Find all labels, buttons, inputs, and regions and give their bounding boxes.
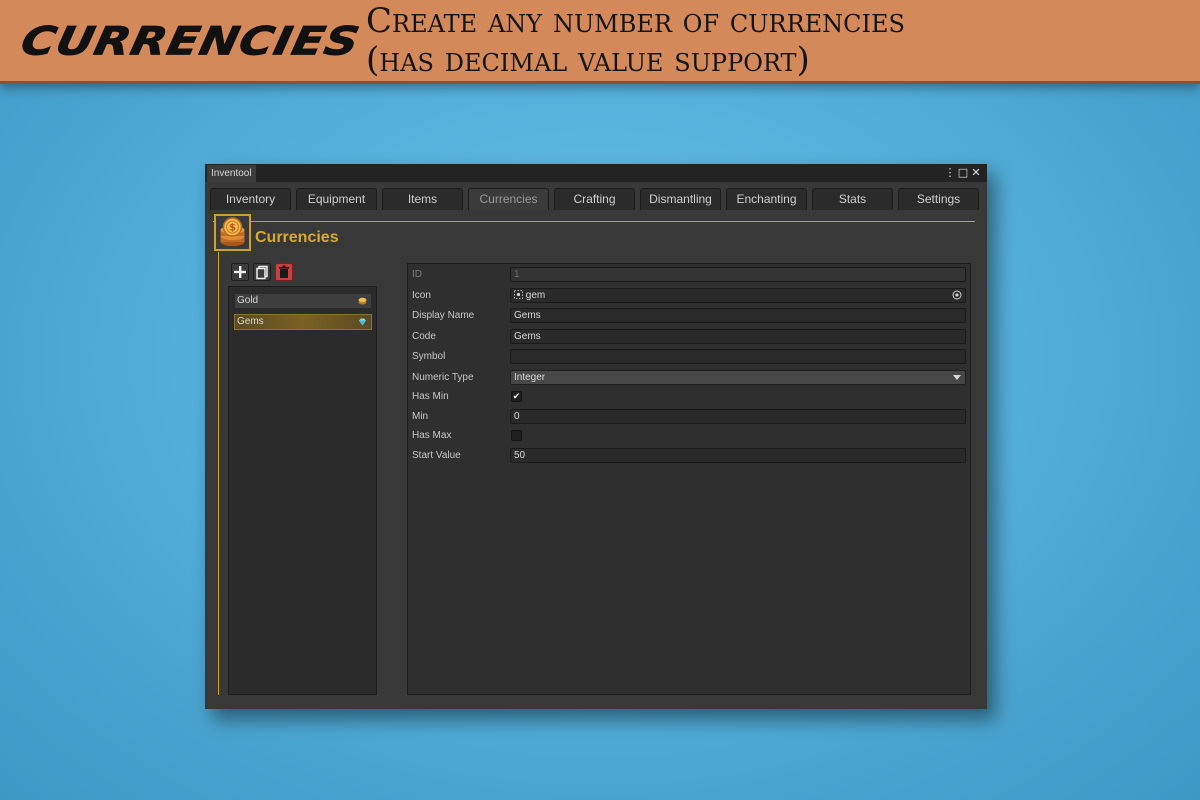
- coin-stack-icon: $: [214, 214, 251, 251]
- numeric-type-value: Integer: [514, 372, 546, 383]
- window-close-icon[interactable]: ✕: [970, 164, 982, 182]
- banner-tagline: Create any number of currencies (has dec…: [366, 2, 1186, 80]
- tab-crafting[interactable]: Crafting: [554, 188, 635, 210]
- min-field[interactable]: 0: [510, 409, 966, 424]
- window-menu-icon[interactable]: ⋮: [944, 164, 956, 182]
- id-field: 1: [510, 267, 966, 282]
- section-accent-line: [218, 252, 219, 695]
- banner-logo: CURRENCIES: [17, 18, 365, 65]
- has-max-checkbox[interactable]: [511, 430, 522, 441]
- window-title-tab[interactable]: Inventool: [207, 165, 256, 182]
- tab-dismantling[interactable]: Dismantling: [640, 188, 721, 210]
- tab-settings[interactable]: Settings: [898, 188, 979, 210]
- plus-icon: [234, 266, 246, 278]
- object-icon: [514, 290, 523, 299]
- icon-field-value: gem: [525, 290, 546, 301]
- min-label: Min: [412, 411, 429, 422]
- duplicate-currency-button[interactable]: [253, 263, 271, 281]
- icon-label: Icon: [412, 290, 431, 301]
- has-min-checkbox[interactable]: ✔: [511, 391, 522, 402]
- numeric-type-label: Numeric Type: [412, 372, 474, 383]
- code-field[interactable]: Gems: [510, 329, 966, 344]
- tab-items[interactable]: Items: [382, 188, 463, 210]
- display-name-field[interactable]: Gems: [510, 308, 966, 323]
- display-name-label: Display Name: [412, 310, 475, 321]
- list-item[interactable]: Gems: [234, 314, 372, 330]
- symbol-field[interactable]: [510, 349, 966, 364]
- has-max-label: Has Max: [412, 430, 452, 441]
- top-banner: CURRENCIES Create any number of currenci…: [0, 0, 1200, 84]
- tab-enchanting[interactable]: Enchanting: [726, 188, 807, 210]
- start-value-field[interactable]: 50: [510, 448, 966, 463]
- icon-field[interactable]: gem: [510, 288, 966, 303]
- currency-details: ID 1 Icon gem Display Name Gems Code Gem…: [407, 263, 971, 695]
- tab-bar: Inventory Equipment Items Currencies Cra…: [210, 188, 982, 210]
- list-item[interactable]: Gold: [234, 293, 372, 309]
- banner-tagline-line1: Create any number of currencies: [366, 1, 905, 41]
- numeric-type-select[interactable]: Integer: [510, 370, 966, 385]
- section-title: Currencies: [255, 229, 339, 246]
- object-picker-icon[interactable]: [952, 290, 962, 300]
- duplicate-icon: [256, 265, 268, 280]
- chevron-down-icon: [953, 375, 961, 380]
- currency-list: Gold Gems: [228, 286, 377, 695]
- gem-icon: [359, 318, 366, 326]
- banner-tagline-line2: (has decimal value support): [366, 40, 810, 80]
- delete-currency-button[interactable]: [275, 263, 293, 281]
- section-divider: [213, 221, 975, 222]
- start-value-label: Start Value: [412, 450, 461, 461]
- tab-stats[interactable]: Stats: [812, 188, 893, 210]
- svg-text:$: $: [229, 223, 236, 234]
- code-label: Code: [412, 331, 436, 342]
- tab-currencies[interactable]: Currencies: [468, 188, 549, 210]
- symbol-label: Symbol: [412, 351, 446, 362]
- tab-inventory[interactable]: Inventory: [210, 188, 291, 210]
- gold-coin-icon: [358, 297, 367, 305]
- add-currency-button[interactable]: [231, 263, 249, 281]
- id-label: ID: [412, 269, 422, 280]
- trash-icon: [279, 265, 289, 278]
- tab-equipment[interactable]: Equipment: [296, 188, 377, 210]
- list-item-label: Gold: [237, 295, 259, 306]
- has-min-label: Has Min: [412, 391, 449, 402]
- window-titlebar: Inventool ⋮ □ ✕: [205, 164, 987, 182]
- window-maximize-icon[interactable]: □: [957, 164, 969, 182]
- editor-window: Inventool ⋮ □ ✕ Inventory Equipment Item…: [205, 164, 987, 709]
- list-item-label: Gems: [237, 316, 264, 327]
